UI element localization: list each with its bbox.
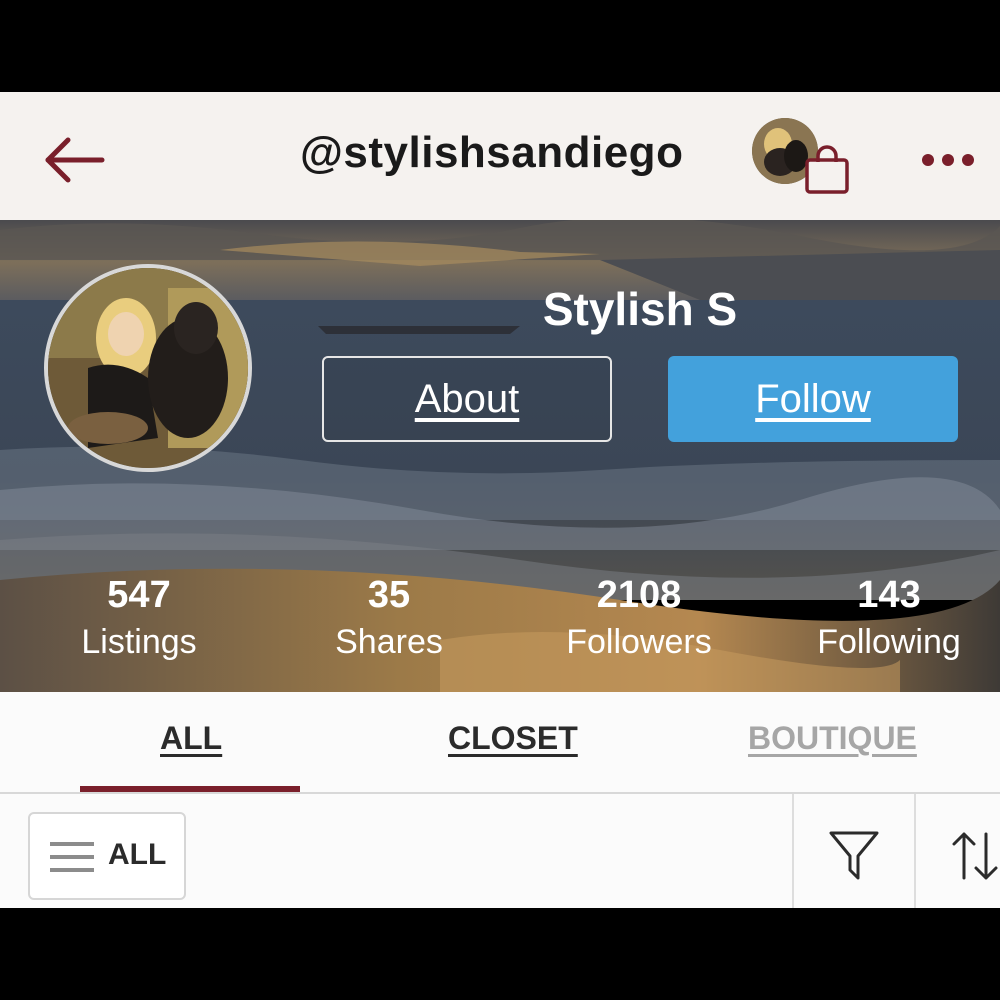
- stat-followers[interactable]: 2108 Followers: [524, 572, 754, 666]
- stat-following[interactable]: 143 Following: [774, 572, 1000, 666]
- stat-value: 547: [107, 574, 171, 616]
- profile-cover: Stylish S About Follow 547 Listings 35 S…: [0, 220, 1000, 692]
- page-title: @stylishsandiego: [300, 128, 684, 177]
- tab-closet[interactable]: CLOSET: [448, 720, 578, 757]
- stat-listings[interactable]: 547 Listings: [24, 572, 254, 666]
- stat-label: Listings: [81, 623, 197, 661]
- dropdown-label: ALL: [108, 838, 167, 871]
- filter-bar: ALL: [0, 794, 1000, 908]
- tab-boutique[interactable]: BOUTIQUE: [748, 720, 917, 757]
- stat-label: Following: [817, 623, 961, 661]
- stat-value: 143: [857, 574, 921, 616]
- stat-shares[interactable]: 35 Shares: [274, 572, 504, 666]
- stat-label: Shares: [335, 623, 443, 661]
- tab-all[interactable]: ALL: [160, 720, 222, 757]
- active-tab-indicator: [80, 786, 300, 792]
- profile-name: Stylish S: [542, 283, 738, 335]
- closet-tabs: ALL CLOSET BOUTIQUE: [0, 692, 1000, 794]
- screen: @stylishsandiego Stylish S About Follow …: [0, 0, 1000, 1000]
- top-navbar: @stylishsandiego: [0, 92, 1000, 220]
- more-horizontal-icon: [922, 154, 974, 166]
- about-button[interactable]: About: [322, 356, 612, 442]
- stat-value: 35: [367, 574, 411, 616]
- profile-photo[interactable]: [44, 264, 252, 472]
- sort-arrows-icon[interactable]: [950, 830, 1000, 882]
- funnel-filter-icon[interactable]: [828, 830, 880, 882]
- shopping-bag-icon[interactable]: [802, 144, 852, 196]
- back-button[interactable]: [40, 132, 112, 188]
- more-options-button[interactable]: [918, 148, 978, 172]
- category-dropdown[interactable]: ALL: [28, 812, 186, 900]
- divider: [914, 794, 916, 908]
- divider: [792, 794, 794, 908]
- stat-label: Followers: [566, 623, 712, 661]
- stat-value: 2108: [596, 574, 682, 616]
- hamburger-menu-icon: [50, 842, 94, 872]
- arrow-left-icon: [45, 137, 105, 183]
- follow-button[interactable]: Follow: [668, 356, 958, 442]
